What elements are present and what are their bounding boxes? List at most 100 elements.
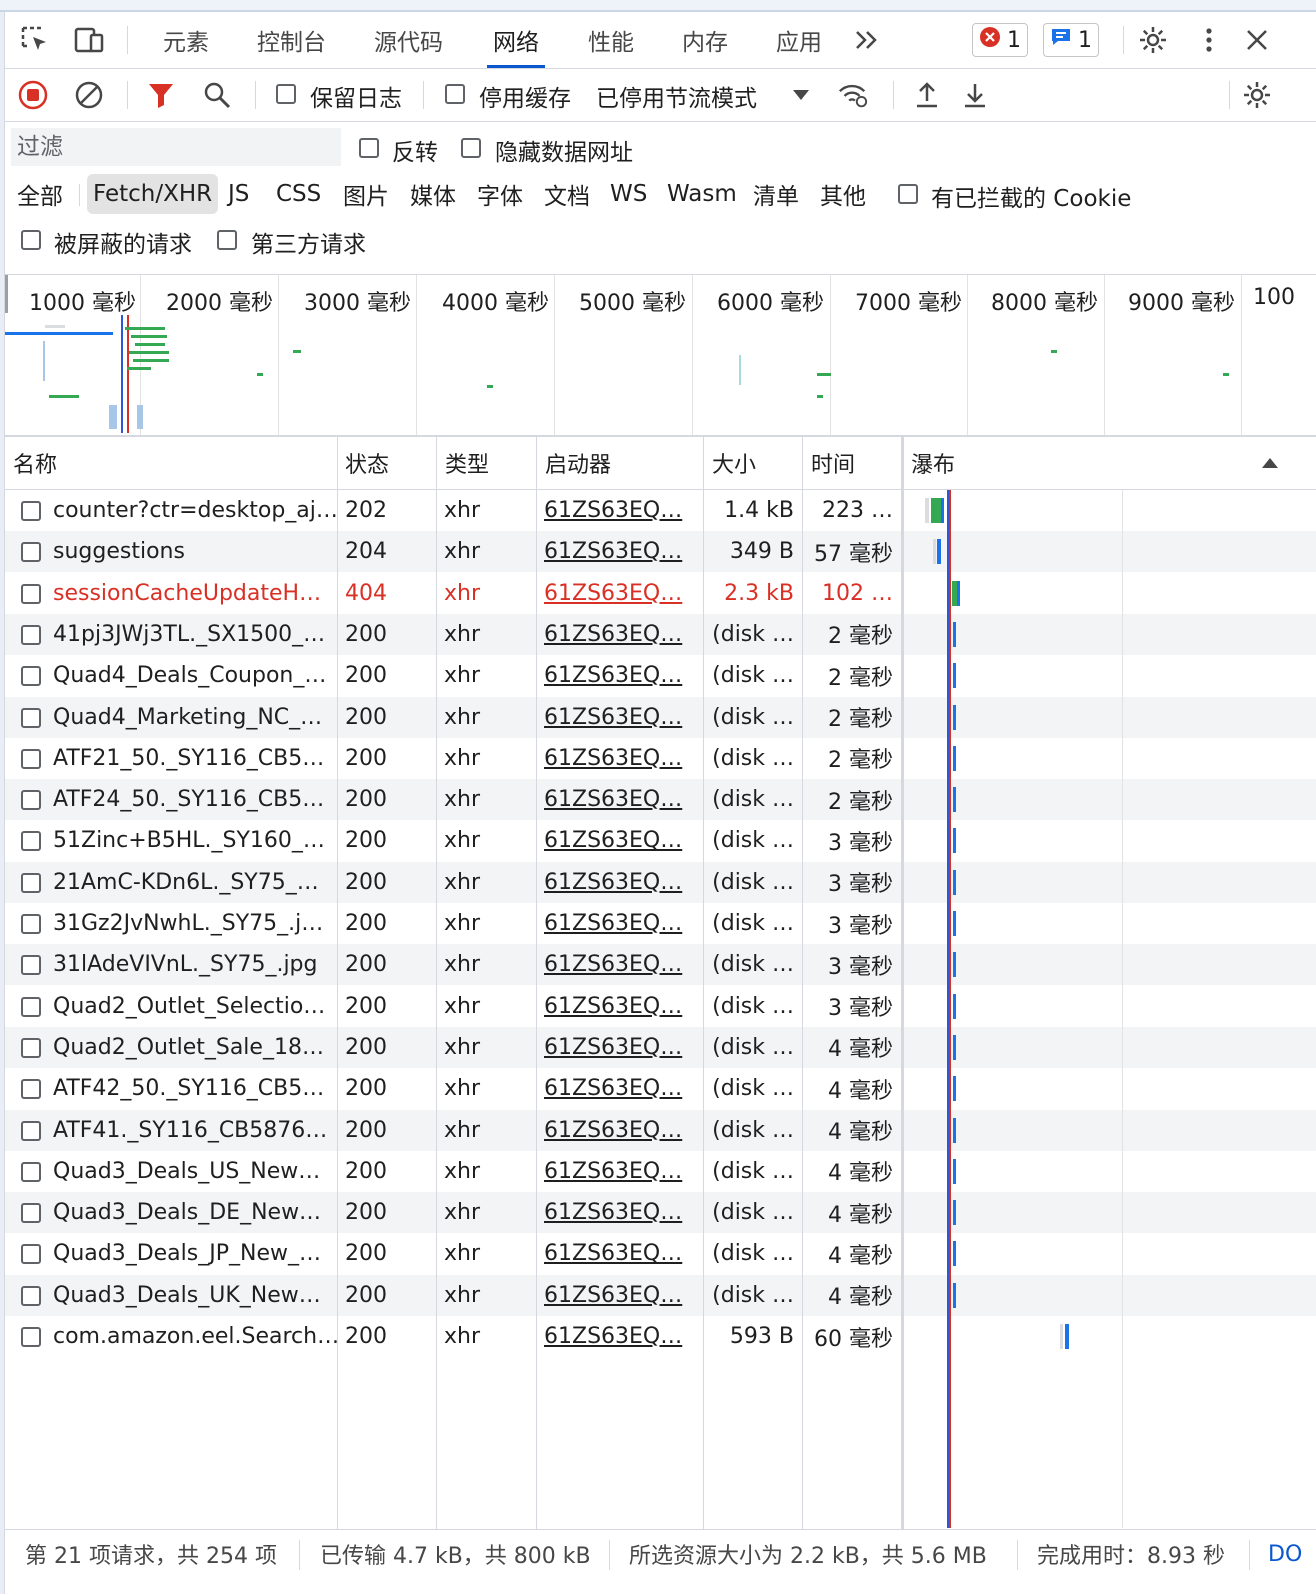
waterfall-bar[interactable] [925, 498, 929, 523]
request-name[interactable]: counter?ctr=desktop_aj… [45, 490, 337, 531]
type-filter-images[interactable]: 图片 [337, 174, 395, 214]
row-checkbox[interactable] [21, 1120, 41, 1141]
row-checkbox[interactable] [21, 707, 41, 728]
third-party-checkbox[interactable] [217, 230, 237, 250]
table-row[interactable]: Quad2_Outlet_Sale_18… 200 xhr 61ZS63EQ… (dis… [5, 1026, 1316, 1068]
waterfall-bar[interactable] [953, 869, 956, 895]
table-row[interactable]: Quad3_Deals_DE_New… 200 xhr 61ZS63EQ… (disk … [5, 1192, 1316, 1234]
waterfall-bar[interactable] [953, 993, 956, 1019]
table-row[interactable]: ATF41._SY116_CB5876… 200 xhr 61ZS63EQ… (disk… [5, 1109, 1316, 1151]
type-filter-media[interactable]: 媒体 [404, 174, 462, 214]
tab-sources[interactable]: 源代码 [374, 12, 443, 68]
tab-application[interactable]: 应用 [776, 12, 822, 68]
row-checkbox[interactable] [21, 1079, 41, 1100]
network-settings-gear-icon[interactable] [1241, 79, 1273, 111]
request-initiator[interactable]: 61ZS63EQ… [536, 738, 703, 779]
waterfall-bar[interactable] [953, 1117, 956, 1143]
device-toolbar-icon[interactable] [73, 24, 105, 56]
table-row[interactable]: 31Gz2JvNwhL._SY75_.j… 200 xhr 61ZS63EQ… (dis… [5, 903, 1316, 944]
request-name[interactable]: ATF42_50._SY116_CB5… [45, 1068, 337, 1109]
request-name[interactable]: 41pj3JWj3TL._SX1500_… [45, 614, 337, 655]
tab-console[interactable]: 控制台 [257, 12, 326, 68]
filter-icon[interactable] [145, 79, 177, 111]
row-checkbox[interactable] [21, 748, 41, 769]
disable-cache-checkbox[interactable] [445, 84, 465, 104]
row-checkbox[interactable] [21, 501, 41, 521]
throttling-select[interactable]: 已停用节流模式 [596, 79, 757, 113]
waterfall-bar[interactable] [953, 911, 956, 936]
column-header-status[interactable]: 状态 [337, 437, 437, 489]
row-checkbox[interactable] [21, 1327, 41, 1347]
hide-data-urls-checkbox[interactable] [461, 138, 481, 158]
waterfall-bar[interactable] [1065, 1324, 1069, 1349]
row-checkbox[interactable] [21, 955, 41, 976]
column-divider[interactable] [337, 437, 338, 1529]
request-initiator[interactable]: 61ZS63EQ… [536, 820, 703, 861]
row-checkbox[interactable] [21, 666, 41, 687]
waterfall-bar[interactable] [953, 745, 956, 771]
column-header-type[interactable]: 类型 [437, 437, 537, 489]
waterfall-bar[interactable] [953, 704, 956, 730]
tab-performance[interactable]: 性能 [588, 12, 634, 68]
request-initiator[interactable]: 61ZS63EQ… [536, 1151, 703, 1192]
table-row[interactable]: suggestions 204 xhr 61ZS63EQ… 349 B 57 毫秒 [5, 531, 1316, 573]
type-filter-doc[interactable]: 文档 [538, 174, 596, 214]
table-row[interactable]: counter?ctr=desktop_aj… 202 xhr 61ZS63EQ… 1.… [5, 490, 1316, 531]
row-checkbox[interactable] [21, 1161, 41, 1182]
column-header-initiator[interactable]: 启动器 [537, 437, 704, 489]
more-options-icon[interactable] [1193, 24, 1225, 56]
request-initiator[interactable]: 61ZS63EQ… [536, 1068, 703, 1109]
import-har-icon[interactable] [911, 79, 943, 111]
waterfall-bar[interactable] [953, 663, 956, 689]
request-name[interactable]: sessionCacheUpdateH… [45, 573, 337, 614]
request-name[interactable]: 21AmC-KDn6L._SY75_… [45, 862, 337, 903]
request-initiator[interactable]: 61ZS63EQ… [536, 573, 703, 614]
waterfall-bar[interactable] [953, 952, 956, 978]
tab-memory[interactable]: 内存 [682, 12, 728, 68]
column-divider[interactable] [703, 437, 704, 1529]
sort-ascending-icon[interactable] [1253, 437, 1293, 489]
tab-elements[interactable]: 元素 [163, 12, 209, 68]
column-divider[interactable] [802, 437, 803, 1529]
table-row[interactable]: ATF24_50._SY116_CB5… 200 xhr 61ZS63EQ… (disk… [5, 779, 1316, 821]
tab-network[interactable]: 网络 [487, 12, 545, 68]
type-filter-other[interactable]: 其他 [814, 174, 872, 214]
table-row[interactable]: com.amazon.eel.Search… 200 xhr 61ZS63EQ… 593… [5, 1316, 1316, 1357]
type-filter-css[interactable]: CSS [270, 174, 327, 214]
request-name[interactable]: Quad3_Deals_US_New… [45, 1151, 337, 1192]
request-initiator[interactable]: 61ZS63EQ… [536, 1192, 703, 1233]
request-initiator[interactable]: 61ZS63EQ… [536, 614, 703, 655]
request-initiator[interactable]: 61ZS63EQ… [536, 944, 703, 985]
table-row[interactable]: 31lAdeVIVnL._SY75_.jpg 200 xhr 61ZS63EQ… (di… [5, 944, 1316, 986]
caret-down-icon[interactable] [785, 79, 817, 111]
row-checkbox[interactable] [21, 790, 41, 811]
table-row[interactable]: ATF42_50._SY116_CB5… 200 xhr 61ZS63EQ… (disk… [5, 1068, 1316, 1109]
blocked-requests-checkbox[interactable] [21, 230, 41, 250]
request-initiator[interactable]: 61ZS63EQ… [536, 779, 703, 820]
type-filter-wasm[interactable]: Wasm [661, 174, 743, 214]
filter-input[interactable] [11, 128, 341, 166]
clear-icon[interactable] [73, 79, 105, 111]
blocked-cookies-checkbox[interactable] [898, 184, 918, 204]
chevron-double-right-icon[interactable] [851, 24, 883, 56]
waterfall-bar[interactable] [953, 787, 956, 813]
waterfall-bar[interactable] [957, 580, 960, 606]
column-header-name[interactable]: 名称 [5, 437, 337, 489]
waterfall-bar[interactable] [931, 498, 941, 523]
request-name[interactable]: Quad4_Deals_Coupon_… [45, 655, 337, 696]
request-name[interactable]: 51Zinc+B5HL._SY160_… [45, 820, 337, 861]
record-stop-icon[interactable] [17, 79, 49, 111]
waterfall-bar[interactable] [953, 828, 956, 854]
invert-checkbox[interactable] [359, 138, 379, 158]
table-row[interactable]: ATF21_50._SY116_CB5… 200 xhr 61ZS63EQ… (disk… [5, 738, 1316, 779]
overview-left-handle[interactable] [5, 275, 8, 313]
message-badge[interactable]: 1 [1043, 23, 1099, 57]
request-name[interactable]: 31lAdeVIVnL._SY75_.jpg [45, 944, 337, 985]
column-divider[interactable] [436, 437, 437, 1529]
request-initiator[interactable]: 61ZS63EQ… [536, 1027, 703, 1068]
waterfall-bar[interactable] [953, 1076, 956, 1102]
column-divider[interactable] [536, 437, 537, 1529]
column-header-time[interactable]: 时间 [803, 437, 902, 489]
row-checkbox[interactable] [21, 996, 41, 1017]
type-filter-manifest[interactable]: 清单 [747, 174, 805, 214]
